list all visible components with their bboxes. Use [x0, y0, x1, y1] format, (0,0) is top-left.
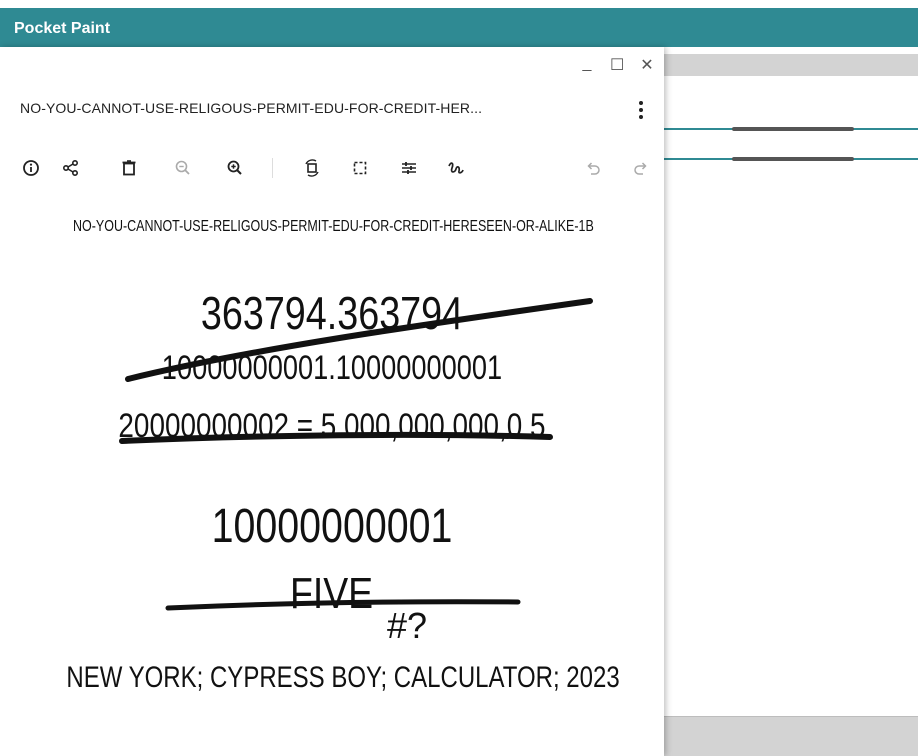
canvas-dash — [732, 157, 854, 161]
share-icon[interactable] — [58, 155, 84, 181]
underline-stroke — [119, 431, 553, 444]
bottom-toolbar[interactable] — [664, 716, 918, 756]
redo-icon[interactable] — [628, 155, 654, 181]
delete-icon[interactable] — [116, 155, 142, 181]
image-content: NO-YOU-CANNOT-USE-RELIGOUS-PERMIT-EDU-FO… — [0, 203, 664, 756]
markup-icon[interactable] — [443, 155, 469, 181]
crop-icon[interactable] — [347, 155, 373, 181]
close-button[interactable]: ✕ — [640, 55, 654, 75]
adjust-icon[interactable] — [396, 155, 422, 181]
zoom-in-icon[interactable] — [222, 155, 248, 181]
app-title-bar: Pocket Paint — [0, 8, 918, 47]
fraction-bar-stroke — [165, 599, 521, 611]
undo-icon[interactable] — [580, 155, 606, 181]
zoom-out-icon[interactable] — [170, 155, 196, 181]
minimize-button[interactable]: _ — [580, 55, 594, 75]
image-title: NO-YOU-CANNOT-USE-RELIGOUS-PERMIT-EDU-FO… — [20, 100, 483, 116]
hand-drawn-strokes — [119, 298, 593, 611]
more-options-icon[interactable] — [634, 99, 648, 121]
strike-through-stroke — [125, 298, 593, 382]
toolbar-divider — [272, 158, 273, 178]
maximize-button[interactable]: ☐ — [610, 55, 624, 75]
image-viewer-window: _ ☐ ✕ NO-YOU-CANNOT-USE-RELIGOUS-PERMIT-… — [0, 47, 664, 756]
viewer-toolbar — [18, 155, 658, 183]
info-icon[interactable] — [18, 155, 44, 181]
window-controls: _ ☐ ✕ — [580, 55, 654, 75]
rotate-icon[interactable] — [299, 155, 325, 181]
canvas-top-strip — [664, 54, 918, 76]
canvas-dash — [732, 127, 854, 131]
app-title: Pocket Paint — [14, 20, 111, 37]
